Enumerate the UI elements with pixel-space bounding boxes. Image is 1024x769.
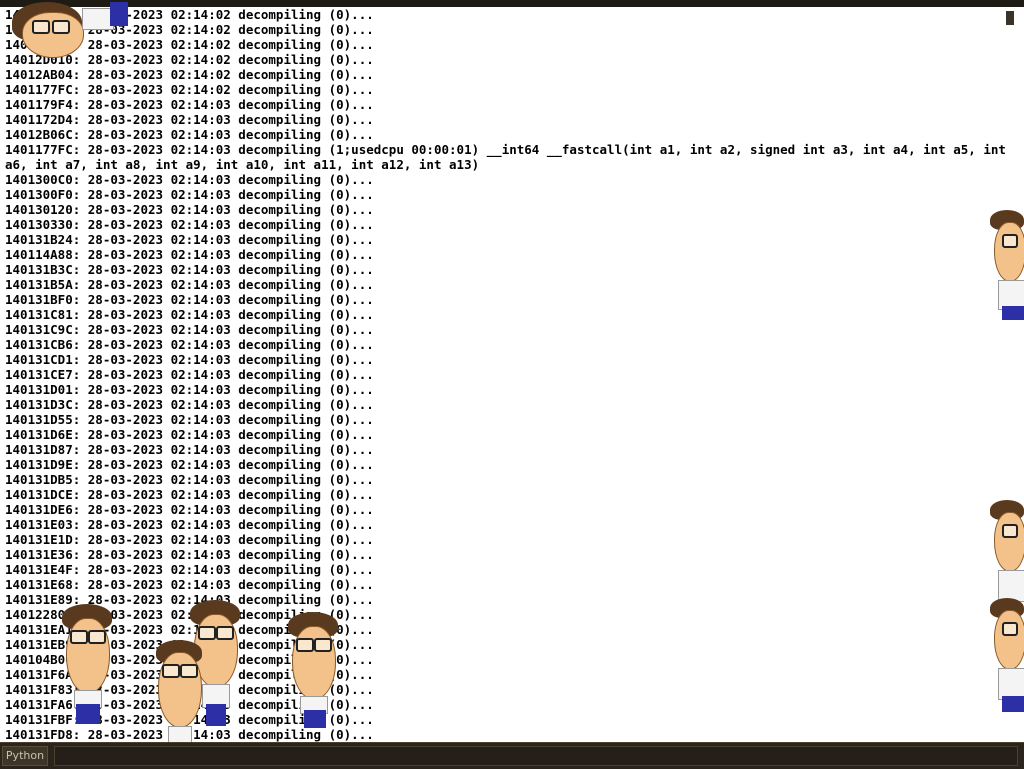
- log-line: 140131E36: 28-03-2023 02:14:03 decompili…: [5, 547, 374, 562]
- log-line: 140131D44: 28-03-2023 02:14:02 decompili…: [5, 37, 374, 52]
- log-line: 140131F83: 28-03-2023 02:14:03 decompili…: [5, 682, 374, 697]
- log-line: 1401179F4: 28-03-2023 02:14:03 decompili…: [5, 97, 374, 112]
- log-line: 140131E68: 28-03-2023 02:14:03 decompili…: [5, 577, 374, 592]
- log-line: 140131FA6: 28-03-2023 02:14:03 decompili…: [5, 697, 374, 712]
- log-line: 140131C81: 28-03-2023 02:14:03 decompili…: [5, 307, 374, 322]
- log-line: 140131E89: 28-03-2023 02:14:03 decompili…: [5, 592, 374, 607]
- log-line: 140131E4F: 28-03-2023 02:14:03 decompili…: [5, 562, 374, 577]
- python-language-button[interactable]: Python: [2, 746, 48, 766]
- log-line: 140131D87: 28-03-2023 02:14:03 decompili…: [5, 442, 374, 457]
- console-scrollbar[interactable]: [1006, 7, 1024, 742]
- log-line: 140131DB5: 28-03-2023 02:14:03 decompili…: [5, 472, 374, 487]
- log-line: 140131CB6: 28-03-2023 02:14:03 decompili…: [5, 337, 374, 352]
- log-line: 1401300C0: 28-03-2023 02:14:03 decompili…: [5, 172, 374, 187]
- log-line: 1401172D4: 28-03-2023 02:14:03 decompili…: [5, 112, 374, 127]
- log-line: 14012AB04: 28-03-2023 02:14:02 decompili…: [5, 67, 374, 82]
- log-line: 140131B5A: 28-03-2023 02:14:03 decompili…: [5, 277, 374, 292]
- log-line: 140131F6A: 28-03-2023 02:14:03 decompili…: [5, 667, 374, 682]
- log-line: 140122800: 28-03-2023 02:14:03 decompili…: [5, 607, 374, 622]
- log-line: 140131D9E: 28-03-2023 02:14:03 decompili…: [5, 457, 374, 472]
- log-line: 140131D04: 28-03-2023 02:14:02 decompili…: [5, 7, 374, 22]
- log-line: 1401177FC: 28-03-2023 02:14:03 decompili…: [5, 142, 1006, 172]
- log-line: 140131FBF: 28-03-2023 02:14:03 decompili…: [5, 712, 374, 727]
- log-line: 1401300F0: 28-03-2023 02:14:03 decompili…: [5, 187, 374, 202]
- console-log: 140131D04: 28-03-2023 02:14:02 decompili…: [0, 7, 1006, 742]
- log-line: 140104B00: 28-03-2023 02:14:03 decompili…: [5, 652, 374, 667]
- log-line: 140131FD8: 28-03-2023 02:14:03 decompili…: [5, 727, 374, 742]
- scrollbar-thumb[interactable]: [1006, 11, 1014, 25]
- log-line: 140131CE7: 28-03-2023 02:14:03 decompili…: [5, 367, 374, 382]
- log-line: 140131EA1: 28-03-2023 02:14:03 decompili…: [5, 622, 374, 637]
- log-line: 140131CD1: 28-03-2023 02:14:03 decompili…: [5, 352, 374, 367]
- command-bar: Python: [0, 742, 1024, 769]
- command-input[interactable]: [54, 746, 1018, 766]
- log-line: 14012D010: 28-03-2023 02:14:02 decompili…: [5, 52, 374, 67]
- log-line: 140131D55: 28-03-2023 02:14:03 decompili…: [5, 412, 374, 427]
- log-line: 140131D3C: 28-03-2023 02:14:03 decompili…: [5, 397, 374, 412]
- log-line: 140114A88: 28-03-2023 02:14:03 decompili…: [5, 247, 374, 262]
- log-line: 140130330: 28-03-2023 02:14:03 decompili…: [5, 217, 374, 232]
- log-line: 140131DE6: 28-03-2023 02:14:03 decompili…: [5, 502, 374, 517]
- log-line: 1401177FC: 28-03-2023 02:14:02 decompili…: [5, 82, 374, 97]
- log-line: 140130120: 28-03-2023 02:14:03 decompili…: [5, 202, 374, 217]
- log-line: 140131E1D: 28-03-2023 02:14:03 decompili…: [5, 532, 374, 547]
- log-line: 140131B3C: 28-03-2023 02:14:03 decompili…: [5, 262, 374, 277]
- log-line: 140131BF0: 28-03-2023 02:14:03 decompili…: [5, 292, 374, 307]
- window-top-border: [0, 0, 1024, 7]
- log-line: 140131D6E: 28-03-2023 02:14:03 decompili…: [5, 427, 374, 442]
- log-line: 140131EB9: 28-03-2023 02:14:03 decompili…: [5, 637, 374, 652]
- log-line: 140131E03: 28-03-2023 02:14:03 decompili…: [5, 517, 374, 532]
- log-line: 140131C9C: 28-03-2023 02:14:03 decompili…: [5, 322, 374, 337]
- log-line: 14012B06C: 28-03-2023 02:14:03 decompili…: [5, 127, 374, 142]
- log-line: 140131D01: 28-03-2023 02:14:03 decompili…: [5, 382, 374, 397]
- log-line: 140131DCE: 28-03-2023 02:14:03 decompili…: [5, 487, 374, 502]
- log-line: 140131D24: 28-03-2023 02:14:02 decompili…: [5, 22, 374, 37]
- output-console[interactable]: 140131D04: 28-03-2023 02:14:02 decompili…: [0, 7, 1006, 742]
- log-line: 140131B24: 28-03-2023 02:14:03 decompili…: [5, 232, 374, 247]
